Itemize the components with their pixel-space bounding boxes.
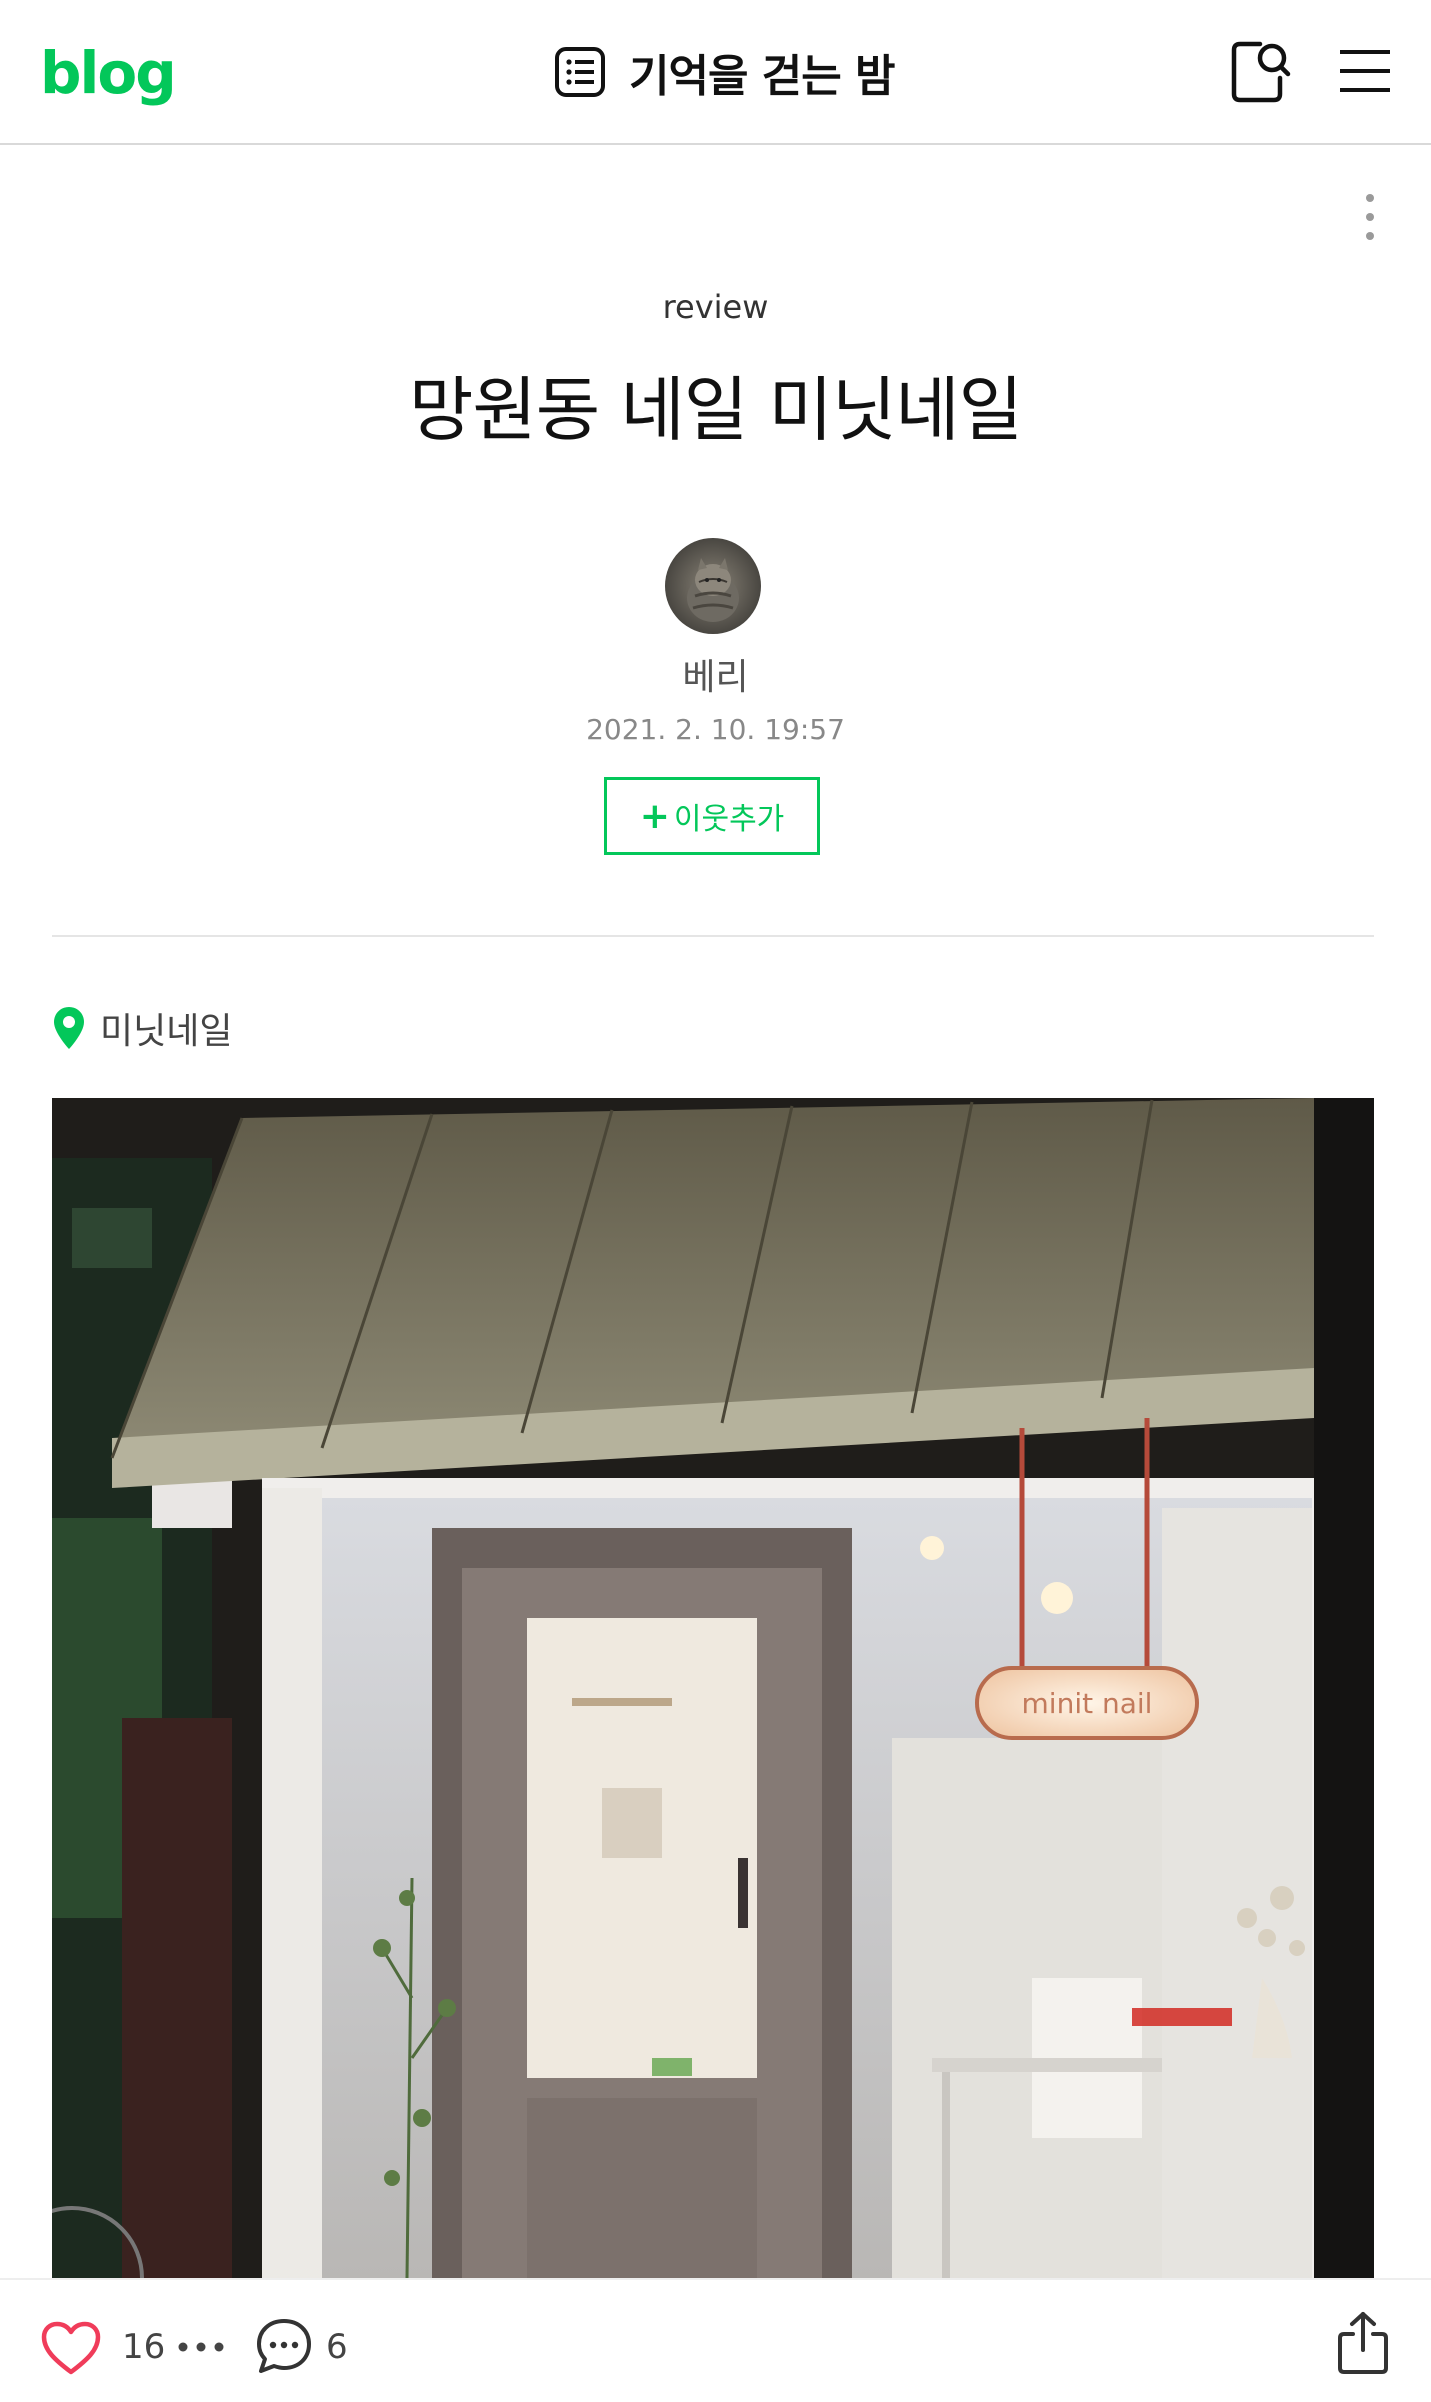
blog-title: 기억을 걷는 밤 <box>629 51 896 102</box>
divider <box>52 935 1374 937</box>
comment-icon[interactable] <box>254 2316 314 2376</box>
shop-sign-text: minit nail <box>1022 1687 1153 1720</box>
add-neighbor-label: 이웃추가 <box>673 802 785 837</box>
list-icon <box>555 47 605 97</box>
avatar[interactable] <box>665 538 761 634</box>
post-category[interactable]: review <box>0 282 1431 332</box>
bottom-action-bar: 16 6 <box>0 2278 1431 2402</box>
heart-icon[interactable] <box>40 2320 102 2376</box>
blog-logo[interactable]: blog <box>40 38 177 108</box>
blog-post-page: blog 기억을 걷는 밤 review 망원동 네일 미닛네일 베리 2021… <box>0 0 1431 2402</box>
share-icon[interactable] <box>1336 2310 1390 2376</box>
search-icon[interactable] <box>1230 38 1292 104</box>
plus-icon: + <box>639 795 670 837</box>
blog-title-link[interactable]: 기억을 걷는 밤 <box>553 40 896 104</box>
place-label: 미닛네일 <box>100 1011 233 1052</box>
post-title: 망원동 네일 미닛네일 <box>408 369 1023 451</box>
storefront-photo: minit nail <box>52 1098 1374 2278</box>
hamburger-menu-icon[interactable] <box>1340 46 1390 96</box>
top-header: blog 기억을 걷는 밤 <box>0 0 1431 145</box>
place-link[interactable]: 미닛네일 <box>52 998 232 1058</box>
more-options-icon[interactable] <box>1362 192 1378 242</box>
post-date: 2021. 2. 10. 19:57 <box>586 713 845 746</box>
post-photo[interactable]: minit nail <box>52 1098 1374 2278</box>
cat-avatar-image <box>665 538 761 634</box>
add-neighbor-button[interactable]: + 이웃추가 <box>604 777 820 855</box>
location-pin-icon <box>54 1007 84 1049</box>
comment-count[interactable]: 6 <box>326 2322 348 2372</box>
author-name[interactable]: 베리 <box>0 650 1431 706</box>
like-count[interactable]: 16 <box>122 2322 165 2372</box>
more-dots-icon[interactable] <box>176 2340 226 2354</box>
